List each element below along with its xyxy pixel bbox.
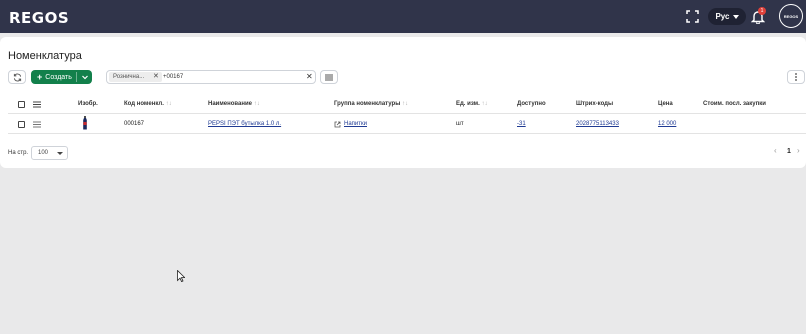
top-bar: REGOS Рус 1 REGOS bbox=[0, 0, 806, 33]
more-vertical-icon bbox=[795, 73, 797, 81]
cell-barcode-link[interactable]: 2028775113433 bbox=[576, 121, 619, 127]
column-header-image: Изобр. bbox=[78, 101, 98, 107]
cell-available-link[interactable]: -31 bbox=[517, 121, 526, 127]
columns-icon bbox=[325, 73, 333, 81]
column-header-price: Цена bbox=[658, 101, 673, 107]
columns-button[interactable] bbox=[320, 70, 338, 84]
cell-unit: шт bbox=[456, 121, 464, 127]
column-header-name[interactable]: Наименование ↑↓ bbox=[208, 101, 260, 107]
column-header-available: Доступно bbox=[517, 101, 546, 107]
select-all-checkbox[interactable] bbox=[18, 101, 25, 108]
search-filter-input[interactable]: Рознична... ✕ +00167 ✕ bbox=[106, 70, 316, 84]
row-divider bbox=[8, 133, 806, 134]
column-header-barcodes: Штрих-коды bbox=[576, 101, 614, 107]
header-divider bbox=[8, 113, 806, 114]
refresh-icon bbox=[13, 73, 21, 81]
per-page-select[interactable]: 100 bbox=[31, 146, 68, 160]
page-title: Номенклатура bbox=[8, 50, 82, 62]
filter-chip-label: Рознична... bbox=[113, 74, 145, 80]
row-checkbox[interactable] bbox=[18, 121, 25, 128]
filter-text: +00167 bbox=[163, 74, 184, 80]
sort-icon[interactable]: ↑↓ bbox=[402, 101, 408, 107]
language-label: Рус bbox=[715, 12, 730, 21]
fullscreen-icon[interactable] bbox=[686, 10, 699, 23]
chevron-down-icon bbox=[732, 14, 739, 19]
sort-icon[interactable]: ↑↓ bbox=[254, 101, 260, 107]
column-header-unit[interactable]: Ед. изм. ↑↓ bbox=[456, 101, 487, 107]
clear-filter-icon[interactable]: ✕ bbox=[306, 72, 313, 82]
more-options-button[interactable] bbox=[787, 70, 805, 84]
avatar[interactable]: REGOS bbox=[779, 4, 803, 28]
cell-name-link[interactable]: PEPSI ПЭТ бутылка 1.0 л. bbox=[208, 121, 281, 127]
notification-badge: 1 bbox=[758, 7, 766, 15]
plus-icon: + bbox=[37, 71, 43, 82]
sort-icon[interactable]: ↑↓ bbox=[481, 101, 487, 107]
product-image[interactable] bbox=[83, 116, 87, 130]
chevron-down-icon bbox=[57, 152, 63, 155]
current-page[interactable]: 1 bbox=[787, 148, 791, 155]
external-link-icon[interactable] bbox=[334, 121, 341, 128]
menu-icon[interactable] bbox=[33, 101, 41, 108]
close-icon[interactable]: ✕ bbox=[153, 72, 159, 82]
create-button-label: Создать bbox=[45, 73, 72, 81]
filter-chip[interactable]: Рознична... ✕ bbox=[109, 72, 162, 82]
create-button[interactable]: + Создать bbox=[31, 70, 92, 84]
app-logo[interactable]: REGOS bbox=[9, 9, 69, 27]
cell-price-link[interactable]: 12 000 bbox=[658, 121, 676, 127]
column-header-code[interactable]: Код номенкл. ↑↓ bbox=[124, 101, 172, 107]
cursor-icon bbox=[177, 270, 185, 282]
button-divider bbox=[76, 72, 77, 82]
row-menu-icon[interactable] bbox=[33, 121, 41, 128]
refresh-button[interactable] bbox=[8, 70, 26, 84]
per-page-label: На стр. bbox=[8, 150, 29, 156]
per-page-value: 100 bbox=[38, 150, 49, 156]
sort-icon[interactable]: ↑↓ bbox=[166, 101, 172, 107]
column-header-last-purchase-cost: Стоим. посл. закупки bbox=[703, 101, 766, 107]
cell-group-link[interactable]: Напитки bbox=[344, 121, 367, 127]
chevron-right-icon[interactable]: › bbox=[797, 146, 800, 155]
chevron-down-icon[interactable] bbox=[81, 73, 89, 81]
cell-code: 000167 bbox=[124, 121, 145, 127]
chevron-left-icon[interactable]: ‹ bbox=[774, 146, 777, 155]
language-selector[interactable]: Рус bbox=[708, 8, 746, 25]
column-header-group[interactable]: Группа номенклатуры ↑↓ bbox=[334, 101, 408, 107]
